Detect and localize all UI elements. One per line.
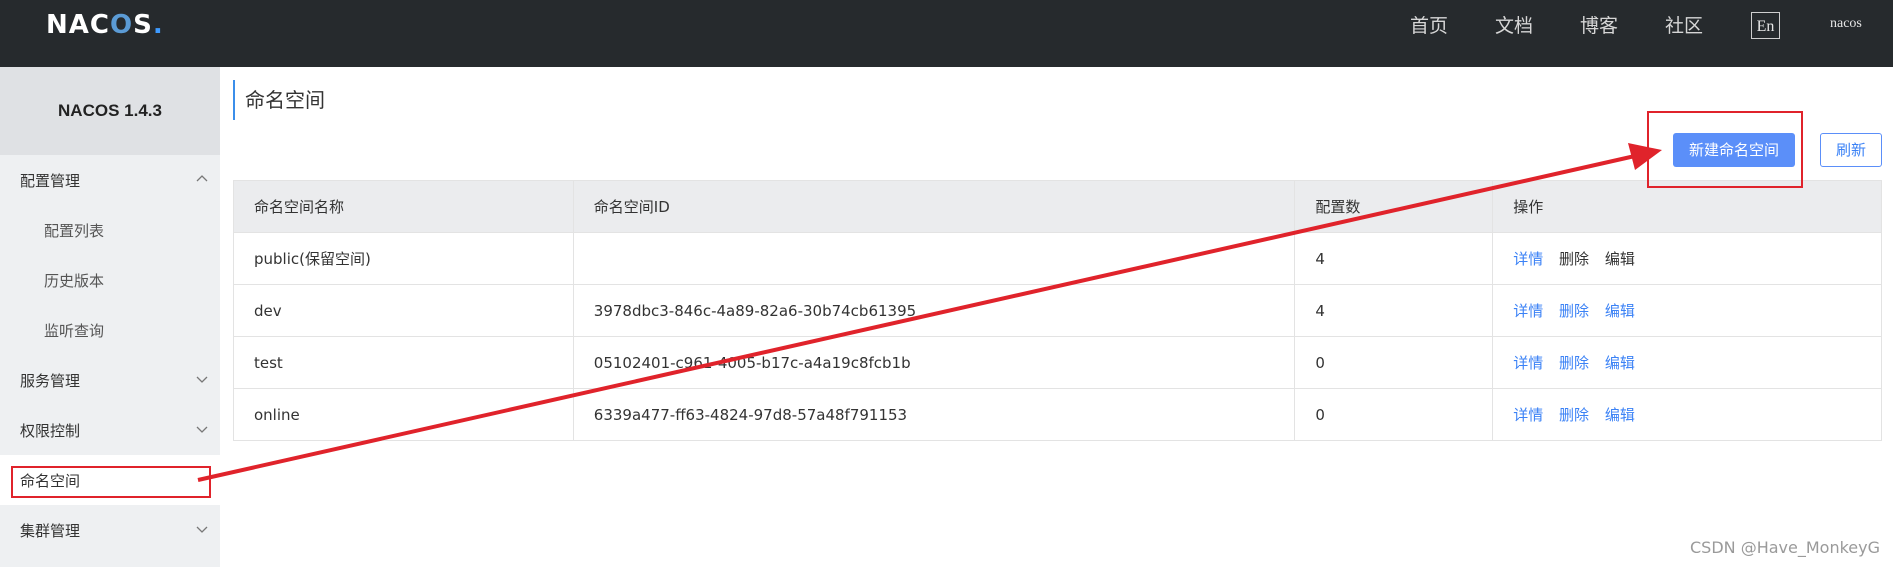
watermark: CSDN @Have_MonkeyG xyxy=(1690,538,1880,557)
annotation-arrow xyxy=(197,143,1662,482)
